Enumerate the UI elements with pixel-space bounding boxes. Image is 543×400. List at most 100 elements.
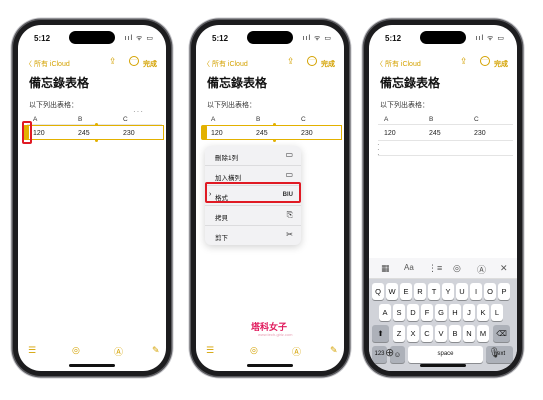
share-icon[interactable]: ⇪	[287, 56, 295, 67]
globe-icon[interactable]: ⊕	[385, 346, 394, 359]
dynamic-island	[247, 31, 293, 44]
key[interactable]: G	[435, 304, 447, 321]
key[interactable]: B	[449, 325, 461, 342]
menu-item-cut[interactable]: 剪下 ✂	[205, 226, 301, 245]
note-title[interactable]: 備忘錄表格	[380, 74, 440, 91]
table-cell[interactable]: 230	[123, 130, 135, 137]
checklist-icon[interactable]: ⋮≡	[428, 263, 442, 274]
key[interactable]: R	[414, 283, 426, 300]
selection-knob[interactable]	[273, 139, 276, 142]
done-button[interactable]: 完成	[143, 59, 157, 69]
key[interactable]: S	[393, 304, 405, 321]
key[interactable]: Y	[442, 283, 454, 300]
compose-icon[interactable]: ✎	[330, 345, 338, 356]
column-header[interactable]: B	[256, 116, 260, 123]
column-header[interactable]: A	[33, 116, 37, 123]
key[interactable]: N	[463, 325, 475, 342]
status-time: 5:12	[385, 34, 402, 43]
checklist-icon[interactable]: ☰	[28, 345, 36, 356]
back-button[interactable]: 〈 所有 iCloud	[25, 59, 70, 69]
markup-icon[interactable]: Ⓐ	[292, 345, 301, 358]
key[interactable]: T	[428, 283, 440, 300]
done-button[interactable]: 完成	[321, 59, 335, 69]
more-icon[interactable]: ···	[480, 56, 490, 66]
column-header[interactable]: B	[78, 116, 82, 123]
table-cell[interactable]: 230	[474, 130, 486, 137]
column-header[interactable]: B	[429, 116, 433, 123]
key[interactable]: V	[435, 325, 447, 342]
back-button[interactable]: 〈 所有 iCloud	[376, 59, 421, 69]
table-cell[interactable]: 245	[429, 130, 441, 137]
shift-key[interactable]: ⬆	[372, 325, 389, 342]
microphone-icon[interactable]: 🎙	[488, 348, 501, 359]
key[interactable]: X	[407, 325, 419, 342]
selection-knob[interactable]	[95, 139, 98, 142]
more-icon[interactable]: ···	[129, 56, 139, 66]
column-header[interactable]: C	[301, 116, 306, 123]
camera-icon[interactable]: ◎	[72, 345, 80, 356]
table-cell[interactable]: 120	[33, 130, 45, 137]
key[interactable]: L	[491, 304, 503, 321]
share-icon[interactable]: ⇪	[109, 56, 117, 67]
space-key[interactable]: space	[408, 346, 483, 363]
key[interactable]: D	[407, 304, 419, 321]
key[interactable]: H	[449, 304, 461, 321]
scissors-icon: ✂	[286, 230, 293, 239]
watermark-url: www.tech-girlz.com	[258, 332, 293, 337]
column-header[interactable]: A	[384, 116, 388, 123]
table-more-icon[interactable]: ···	[133, 107, 144, 116]
delete-key[interactable]: ⌫	[493, 325, 510, 342]
key[interactable]: K	[477, 304, 489, 321]
key[interactable]: Q	[372, 283, 384, 300]
key[interactable]: F	[421, 304, 433, 321]
key[interactable]: W	[386, 283, 398, 300]
table-line	[378, 155, 513, 156]
menu-item-copy[interactable]: 拷貝 ⎘	[205, 206, 301, 226]
markup-icon[interactable]: Ⓐ	[477, 263, 486, 276]
close-icon[interactable]: ✕	[500, 263, 508, 274]
done-button[interactable]: 完成	[494, 59, 508, 69]
row-selection	[205, 125, 342, 140]
note-text[interactable]: 以下列出表格：	[29, 100, 78, 110]
key[interactable]: P	[498, 283, 510, 300]
menu-item-delete-row[interactable]: 刪除1列 ▭	[205, 146, 301, 166]
camera-icon[interactable]: ◎	[453, 263, 461, 274]
phone-3: 5:12 ııl ᯤ ▭ 〈 所有 iCloud ⇪ ··· 完成 備忘錄表格 …	[364, 20, 522, 376]
key[interactable]: I	[470, 283, 482, 300]
selection-knob[interactable]	[273, 123, 276, 126]
text-format-icon[interactable]: Aa	[404, 263, 414, 272]
highlight-box	[205, 182, 301, 203]
note-title[interactable]: 備忘錄表格	[29, 74, 89, 91]
key[interactable]: J	[463, 304, 475, 321]
key[interactable]: O	[484, 283, 496, 300]
back-button[interactable]: 〈 所有 iCloud	[203, 59, 248, 69]
markup-icon[interactable]: Ⓐ	[114, 345, 123, 358]
key[interactable]: U	[456, 283, 468, 300]
column-header[interactable]: A	[211, 116, 215, 123]
compose-icon[interactable]: ✎	[152, 345, 160, 356]
column-header[interactable]: C	[474, 116, 479, 123]
column-header[interactable]: C	[123, 116, 128, 123]
key[interactable]: A	[379, 304, 391, 321]
dynamic-island	[420, 31, 466, 44]
note-text[interactable]: 以下列出表格：	[207, 100, 256, 110]
key[interactable]: Z	[393, 325, 405, 342]
key[interactable]: C	[421, 325, 433, 342]
table-cell[interactable]: 245	[256, 130, 268, 137]
table-icon[interactable]: ▦	[381, 263, 390, 274]
more-icon[interactable]: ···	[307, 56, 317, 66]
key[interactable]: E	[400, 283, 412, 300]
row-handle[interactable]	[201, 125, 207, 140]
note-title[interactable]: 備忘錄表格	[207, 74, 267, 91]
share-icon[interactable]: ⇪	[460, 56, 468, 67]
table-cell[interactable]: 120	[211, 130, 223, 137]
note-text[interactable]: 以下列出表格：	[380, 100, 429, 110]
key[interactable]: M	[477, 325, 489, 342]
bottom-toolbar: ☰ ◎ Ⓐ ✎	[196, 345, 344, 359]
selection-knob[interactable]	[95, 123, 98, 126]
table-cell[interactable]: 120	[384, 130, 396, 137]
table-cell[interactable]: 230	[301, 130, 313, 137]
camera-icon[interactable]: ◎	[250, 345, 258, 356]
checklist-icon[interactable]: ☰	[206, 345, 214, 356]
table-cell[interactable]: 245	[78, 130, 90, 137]
